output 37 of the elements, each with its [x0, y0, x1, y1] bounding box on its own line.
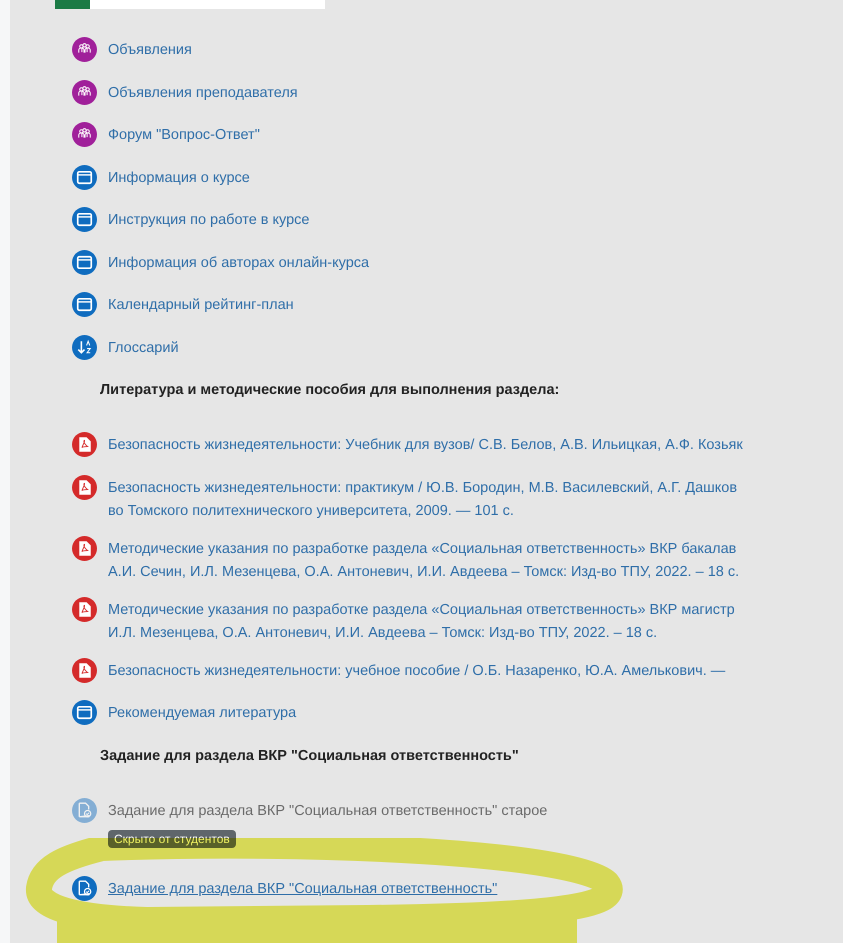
activity-link[interactable]: Объявления преподавателя [108, 84, 298, 102]
assign-icon [72, 798, 97, 822]
activity-link[interactable]: Безопасность жизнедеятельности: практикум / Ю.В. Бородин, М.В. Василевский, А.Г. Дашков [108, 478, 738, 496]
page-icon [72, 164, 97, 190]
pdf-icon [72, 596, 97, 622]
activity-link[interactable]: Информация о курсе [108, 168, 250, 186]
activity-link[interactable]: Календарный рейтинг-план [108, 296, 294, 314]
forum-icon [72, 80, 97, 104]
activity-link[interactable]: А.И. Сечин, И.Л. Мезенцева, О.А. Антоневич, И.И. Авдеева – Томск: Изд-во ТПУ, 2022. – 18 с. [108, 562, 740, 580]
forum-icon [72, 122, 97, 147]
activity-link[interactable]: Рекомендуемая литература [108, 704, 296, 722]
activity-link[interactable]: Глоссарий [108, 338, 179, 356]
activity-link[interactable]: Объявления [108, 41, 192, 59]
section-heading: Литература и методические пособия для выполнения раздела: [100, 381, 560, 399]
page-icon [72, 207, 97, 232]
activity-link[interactable]: И.Л. Мезенцева, О.А. Антоневич, И.И. Авдеева – Томск: Изд-во ТПУ, 2022. – 18 с. [108, 624, 735, 642]
activity-link[interactable]: Задание для раздела ВКР "Социальная ответственность" [108, 880, 498, 898]
pdf-icon [72, 432, 97, 457]
activity-link[interactable]: Методические указания по разработке раздела «Социальная ответственность» ВКР бакалав [108, 540, 740, 558]
activity-link[interactable]: Инструкция по работе в курсе [108, 211, 310, 229]
page-icon [72, 292, 97, 317]
activity-link[interactable]: Задание для раздела ВКР "Социальная ответственность" старое [108, 802, 548, 820]
pdf-icon [72, 658, 97, 682]
pdf-icon [72, 536, 97, 560]
activity-link[interactable]: Форум "Вопрос-Ответ" [108, 126, 260, 144]
glossary-icon [72, 334, 97, 360]
section-heading: Задание для раздела ВКР "Социальная ответственность" [100, 746, 519, 764]
activity-link[interactable]: Безопасность жизнедеятельности: Учебник для вузов/ С.В. Белов, А.В. Ильицкая, А.Ф. Козьяк [108, 436, 743, 454]
page-icon [72, 250, 97, 274]
forum-icon [72, 37, 97, 62]
activity-link[interactable]: Информация об авторах онлайн-курса [108, 254, 370, 272]
activity-link[interactable]: Безопасность жизнедеятельности: учебное пособие / О.Б. Назаренко, Ю.А. Амелькович. — [108, 662, 726, 680]
activity-link[interactable]: во Томского политехнического университета, 2009. — 101 с. [108, 502, 738, 520]
assign-icon [72, 876, 97, 900]
page-icon [72, 700, 97, 725]
activity-link[interactable]: Методические указания по разработке раздела «Социальная ответственность» ВКР магистр [108, 600, 735, 618]
pdf-icon [72, 474, 97, 500]
